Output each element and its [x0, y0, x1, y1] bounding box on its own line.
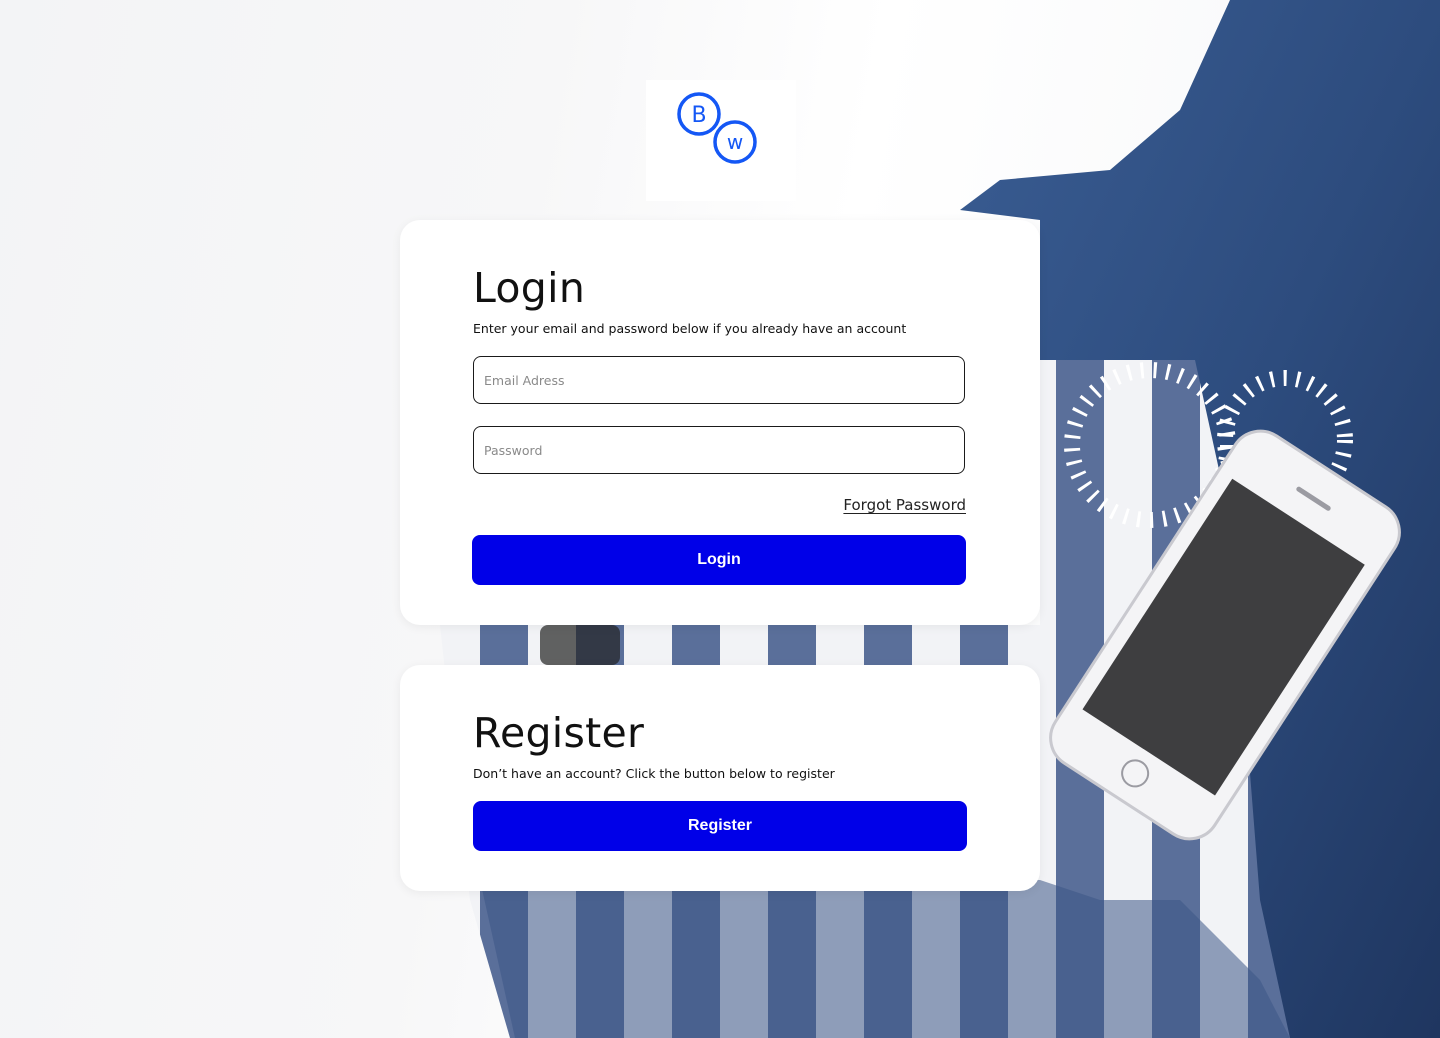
email-input[interactable] — [473, 356, 965, 404]
register-title: Register — [473, 709, 645, 757]
login-title: Login — [473, 264, 586, 312]
login-button[interactable]: Login — [472, 535, 966, 585]
password-input[interactable] — [473, 426, 965, 474]
login-page: B w Login Enter your email and password … — [0, 0, 1440, 1038]
brand-logo[interactable]: B w — [646, 80, 796, 201]
bw-logo-icon: B w — [677, 92, 757, 164]
logo-letter-b: B — [691, 103, 706, 128]
register-button[interactable]: Register — [473, 801, 967, 851]
login-subtitle: Enter your email and password below if y… — [473, 321, 907, 336]
register-subtitle: Don’t have an account? Click the button … — [473, 766, 835, 781]
logo-letter-w: w — [727, 130, 743, 154]
forgot-password-link[interactable]: Forgot Password — [843, 496, 966, 514]
register-card: Register Don’t have an account? Click th… — [400, 665, 1040, 891]
login-card: Login Enter your email and password belo… — [400, 220, 1040, 625]
